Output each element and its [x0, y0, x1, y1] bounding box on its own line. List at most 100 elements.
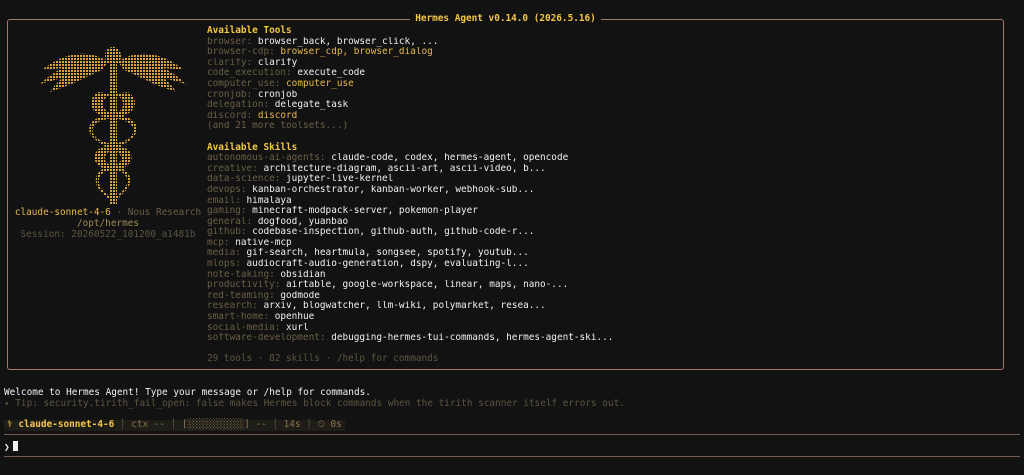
toolset-row: discord: discord [207, 111, 997, 122]
caduceus-icon [40, 47, 186, 204]
skill-category-key: github: [207, 227, 247, 238]
toolset-value: browser_back, browser_click, ... [257, 36, 439, 47]
capabilities-column: Available Tools browser: browser_back, b… [207, 25, 997, 365]
toolset-key: browser: [207, 36, 253, 47]
status-sep-3: │ [266, 419, 284, 430]
toolset-key: clarify: [207, 57, 253, 68]
toolset-row: computer_use: computer_use [207, 79, 997, 90]
skill-category-value: gif-search, heartmula, songsee, spotify,… [246, 248, 529, 259]
status-bar: ⚕ claude-sonnet-4-6 │ ctx -- │ [░░░░░░░░… [4, 419, 345, 431]
skill-category-key: general: [207, 216, 253, 227]
input-bottom-rule [4, 456, 1020, 457]
toolset-value: cronjob [257, 89, 298, 100]
provider-name: Nous Research [127, 207, 202, 218]
skill-category-value: claude-code, codex, hermes-agent, openco… [331, 153, 569, 164]
skill-category-row: data-science: jupyter-live-kernel [207, 174, 997, 185]
welcome-message: Welcome to Hermes Agent! Type your messa… [4, 387, 371, 398]
skill-category-value: codebase-inspection, github-auth, github… [252, 227, 535, 238]
skill-category-value: airtable, google-workspace, linear, maps… [286, 280, 569, 291]
skill-category-key: red-teaming: [207, 290, 275, 301]
toolset-key: computer_use: [207, 78, 281, 89]
skill-category-value: himalaya [246, 195, 292, 206]
toolset-key: cronjob: [207, 89, 253, 100]
skill-category-row: devops: kanban-orchestrator, kanban-work… [207, 185, 997, 196]
skill-category-key: mcp: [207, 237, 230, 248]
model-name: claude-sonnet-4-6 [14, 207, 111, 218]
status-sep-1: │ [114, 419, 132, 430]
status-sep-4: │ [300, 419, 318, 430]
skill-category-key: software-development: [207, 333, 326, 344]
toolset-row: clarify: clarify [207, 58, 997, 69]
skill-category-value: dogfood, yuanbao [257, 216, 349, 227]
skill-category-row: general: dogfood, yuanbao [207, 217, 997, 228]
skills-heading: Available Skills [207, 141, 298, 153]
skill-category-value: jupyter-live-kernel [286, 174, 394, 185]
skill-category-row: creative: architecture-diagram, ascii-ar… [207, 164, 997, 175]
tip-message: ✦ Tip: security.tirith_fail_open: false … [4, 398, 625, 409]
skill-category-value: native-mcp [235, 237, 292, 248]
status-icon: ⚕ [7, 419, 13, 430]
toolset-value: browser_cdp, browser_dialog [280, 47, 433, 58]
input-top-rule [4, 434, 1020, 435]
summary-footer: 29 tools · 82 skills · /help for command… [207, 353, 439, 365]
skill-category-value: xurl [286, 322, 309, 333]
status-model: claude-sonnet-4-6 [18, 419, 115, 430]
skill-category-key: devops: [207, 184, 247, 195]
toolset-value: delegate_task [274, 100, 349, 111]
skill-category-row: productivity: airtable, google-workspace… [207, 280, 997, 291]
model-identity-line: claude-sonnet-4-6 · Nous Research [8, 207, 208, 219]
skill-category-row: social-media: xurl [207, 323, 997, 334]
working-path: /opt/hermes [76, 218, 140, 229]
skill-category-row: email: himalaya [207, 196, 997, 207]
skill-category-row: mlops: audiocraft-audio-generation, dspy… [207, 259, 997, 270]
toolset-key: discord: [207, 110, 253, 121]
toolset-key: browser-cdp: [207, 47, 275, 58]
skill-category-key: note-taking: [207, 269, 275, 280]
skill-category-key: media: [207, 248, 241, 259]
tools-more: (and 21 more toolsets...) [207, 121, 349, 132]
status-context-bar: [░░░░░░░░░░] -- [182, 419, 267, 430]
skill-category-row: media: gif-search, heartmula, songsee, s… [207, 248, 997, 259]
skill-category-key: smart-home: [207, 312, 270, 323]
prompt-glyph: ❯ [4, 442, 10, 453]
skill-category-key: mlops: [207, 259, 241, 270]
skill-category-key: email: [207, 195, 241, 206]
prompt-input[interactable]: ❯ [4, 441, 18, 454]
skill-category-key: data-science: [207, 174, 281, 185]
skill-category-row: autonomous-ai-agents: claude-code, codex… [207, 153, 997, 164]
toolset-value: discord [257, 110, 298, 121]
skill-category-value: godmode [280, 290, 320, 301]
skill-category-value: kanban-orchestrator, kanban-worker, webh… [252, 184, 535, 195]
skill-category-value: audiocraft-audio-generation, dspy, evalu… [246, 259, 529, 270]
panel-title-text: Hermes Agent v0.14.0 (2026.5.16) [410, 13, 601, 24]
skill-category-row: gaming: minecraft-modpack-server, pokemo… [207, 206, 997, 217]
status-ctx: ctx -- [131, 419, 166, 430]
toolset-row: code_execution: execute_code [207, 68, 997, 79]
skill-category-value: openhue [274, 312, 315, 323]
status-elapsed: 14s [283, 419, 301, 430]
toolset-key: code_execution: [207, 68, 292, 79]
skill-category-row: research: arxiv, blogwatcher, llm-wiki, … [207, 301, 997, 312]
toolset-value: execute_code [297, 68, 366, 79]
status-timer: ⏲ 0s [317, 419, 342, 430]
banner-panel: Hermes Agent v0.14.0 (2026.5.16) claude-… [7, 13, 1004, 370]
skill-category-key: research: [207, 301, 258, 312]
tools-list: browser: browser_back, browser_click, ..… [207, 37, 997, 122]
skill-category-row: github: codebase-inspection, github-auth… [207, 227, 997, 238]
toolset-value: computer_use [286, 78, 354, 89]
skill-category-value: minecraft-modpack-server, pokemon-player [252, 206, 478, 217]
toolset-value: clarify [257, 57, 298, 68]
skill-category-row: note-taking: obsidian [207, 270, 997, 281]
skill-category-key: gaming: [207, 206, 247, 217]
skills-list: autonomous-ai-agents: claude-code, codex… [207, 153, 997, 344]
skill-category-row: smart-home: openhue [207, 312, 997, 323]
toolset-row: cronjob: cronjob [207, 90, 997, 101]
skill-category-key: social-media: [207, 322, 281, 333]
text-cursor [12, 441, 18, 451]
skill-category-value: architecture-diagram, ascii-art, ascii-v… [263, 163, 546, 174]
skill-category-row: software-development: debugging-hermes-t… [207, 333, 997, 344]
toolset-key: delegation: [207, 100, 270, 111]
tools-heading: Available Tools [207, 25, 292, 36]
skill-category-value: arxiv, blogwatcher, llm-wiki, polymarket… [263, 301, 546, 312]
session-id: Session: 20260522_101200_a1481b [20, 229, 196, 240]
